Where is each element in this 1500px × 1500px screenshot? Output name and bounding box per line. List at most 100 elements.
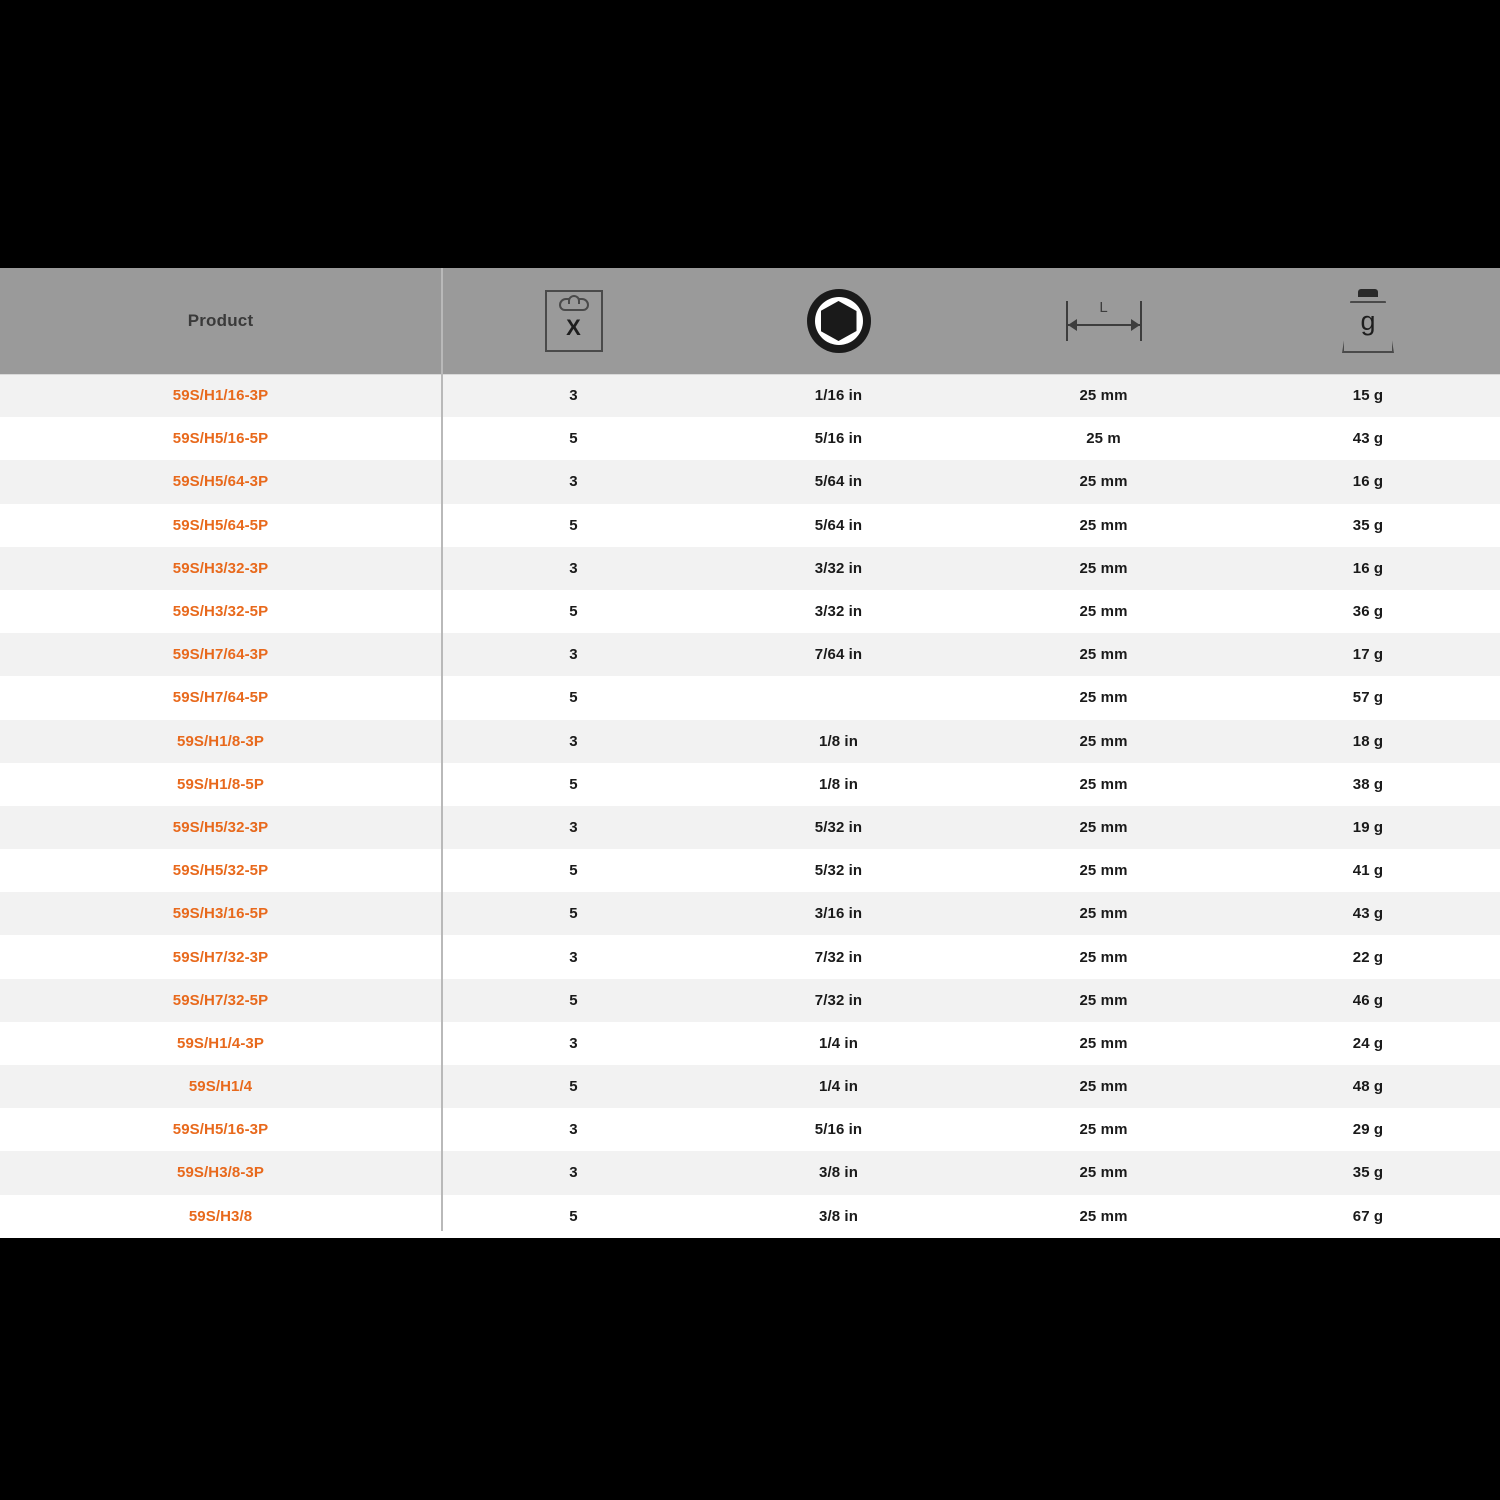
cell-product[interactable]: 59S/H3/16-5P [0,892,441,935]
table-row[interactable]: 59S/H3/32-5P 5 3/32 in 25 mm 36 g [0,589,1500,634]
cell-product[interactable]: 59S/H5/64-5P [0,504,441,547]
column-header-hex-size[interactable] [706,268,971,374]
product-spec-table: Product X L g 59S/H1/16-3P 3 1/16 in 25 … [0,268,1500,1238]
cell-length: 25 mm [1079,862,1128,880]
cell-pack-quantity: 5 [569,905,578,923]
cell-product[interactable]: 59S/H7/32-5P [0,979,441,1022]
cell-pack-quantity: 5 [569,1078,578,1096]
table-body: 59S/H1/16-3P 3 1/16 in 25 mm 15 g 59S/H5/16-5… [0,374,1500,1238]
cell-product[interactable]: 59S/H7/32-3P [0,935,441,978]
cell-product[interactable]: 59S/H3/32-3P [0,547,441,590]
cell-product[interactable]: 59S/H5/16-5P [0,417,441,460]
table-row[interactable]: 59S/H3/16-5P 5 3/16 in 25 mm 43 g [0,892,1500,936]
cell-hex-size: 7/32 in [814,948,863,966]
cell-hex-size: 5/32 in [814,818,863,836]
column-header-pack-quantity[interactable]: X [441,268,706,374]
cell-hex-size: 7/64 in [814,646,863,664]
header-row: Product X L g [0,268,1500,374]
cell-product[interactable]: 59S/H1/16-3P [0,374,441,417]
cell-product[interactable]: 59S/H7/64-5P [0,676,441,719]
cell-pack-quantity: 3 [569,732,578,750]
cell-hex-size: 1/4 in [819,1034,858,1052]
pack-header-icon-wrap: X [441,268,706,374]
table-row[interactable]: 59S/H5/16-5P 5 5/16 in 25 m 43 g [0,417,1500,461]
cell-hex-size: 3/8 in [819,1207,858,1225]
table-row[interactable]: 59S/H1/4-3P 3 1/4 in 25 mm 24 g [0,1021,1500,1065]
cell-product[interactable]: 59S/H5/16-3P [0,1108,441,1151]
cell-product[interactable]: 59S/H1/4 [0,1065,441,1108]
cell-pack-quantity: 3 [569,818,578,836]
cell-product[interactable]: 59S/H3/8 [0,1195,441,1238]
table-row[interactable]: 59S/H7/32-3P 3 7/32 in 25 mm 22 g [0,935,1500,979]
cell-product[interactable]: 59S/H5/32-5P [0,849,441,892]
hex-socket-icon [806,289,871,353]
cell-product[interactable]: 59S/H5/32-3P [0,806,441,849]
table-row[interactable]: 59S/H7/64-3P 3 7/64 in 25 mm 17 g [0,633,1500,677]
weight-header-icon-wrap: g [1236,268,1500,374]
cell-weight: 16 g [1352,559,1384,577]
column-header-weight[interactable]: g [1236,268,1500,374]
cell-length: 25 mm [1079,387,1128,405]
column-header-product[interactable]: Product [0,268,441,374]
cell-length: 25 mm [1079,559,1128,577]
spec-table-container: Product X L g 59S/H1/16-3P 3 1/16 in 25 … [0,268,1500,1238]
length-dimension-line [1067,324,1140,326]
cell-pack-quantity: 3 [569,948,578,966]
table-row[interactable]: 59S/H1/4 5 1/4 in 25 mm 48 g [0,1065,1500,1109]
cell-pack-quantity: 3 [569,473,578,491]
cell-product[interactable]: 59S/H1/4-3P [0,1022,441,1065]
table-row[interactable]: 59S/H5/32-5P 5 5/32 in 25 mm 41 g [0,849,1500,893]
table-row[interactable]: 59S/H3/8-3P 3 3/8 in 25 mm 35 g [0,1151,1500,1195]
cell-product[interactable]: 59S/H1/8-3P [0,720,441,763]
table-row[interactable]: 59S/H7/32-5P 5 7/32 in 25 mm 46 g [0,978,1500,1022]
cell-length: 25 mm [1079,818,1128,836]
cell-weight: 17 g [1352,646,1384,664]
cell-pack-quantity: 5 [569,1207,578,1225]
cell-hex-size [706,676,971,719]
table-row[interactable]: 59S/H1/8-3P 3 1/8 in 25 mm 18 g [0,719,1500,763]
cell-length: 25 mm [1079,905,1128,923]
page-root: Product X L g 59S/H1/16-3P 3 1/16 in 25 … [0,0,1500,1500]
table-row[interactable]: 59S/H5/64-3P 3 5/64 in 25 mm 16 g [0,460,1500,504]
cell-hex-size: 5/32 in [814,862,863,880]
cell-pack-quantity: 5 [569,689,578,707]
table-row[interactable]: 59S/H7/64-5P 5 25 mm 57 g [0,676,1500,720]
cell-weight: 22 g [1352,948,1384,966]
cell-pack-quantity: 3 [569,559,578,577]
cell-weight: 24 g [1352,1034,1384,1052]
cell-pack-quantity: 5 [569,516,578,534]
cell-product[interactable]: 59S/H5/64-3P [0,460,441,503]
cell-pack-quantity: 3 [569,1034,578,1052]
cell-weight: 67 g [1352,1207,1384,1225]
cell-product[interactable]: 59S/H7/64-3P [0,633,441,676]
table-row[interactable]: 59S/H3/8 5 3/8 in 25 mm 67 g [0,1194,1500,1238]
table-row[interactable]: 59S/H3/32-3P 3 3/32 in 25 mm 16 g [0,546,1500,590]
cell-product[interactable]: 59S/H3/8-3P [0,1151,441,1194]
cell-hex-size: 3/32 in [814,559,863,577]
cell-hex-size: 5/64 in [814,473,863,491]
weight-icon-label: g [1360,305,1376,336]
length-arrow-left [1067,319,1077,331]
cell-hex-size: 1/4 in [819,1078,858,1096]
cell-weight: 43 g [1352,905,1384,923]
cell-length: 25 mm [1079,1164,1128,1182]
table-row[interactable]: 59S/H1/8-5P 5 1/8 in 25 mm 38 g [0,762,1500,806]
cell-pack-quantity: 5 [569,775,578,793]
cell-length: 25 mm [1079,1121,1128,1139]
length-tick-right [1139,301,1142,341]
cell-weight: 35 g [1352,516,1384,534]
cell-pack-quantity: 3 [569,387,578,405]
column-header-length[interactable]: L [971,268,1236,374]
cell-hex-size: 3/8 in [819,1164,858,1182]
cell-pack-quantity: 5 [569,430,578,448]
table-row[interactable]: 59S/H5/16-3P 3 5/16 in 25 mm 29 g [0,1108,1500,1152]
table-row[interactable]: 59S/H1/16-3P 3 1/16 in 25 mm 15 g [0,374,1500,418]
cell-weight: 35 g [1352,1164,1384,1182]
table-header: Product X L g [0,268,1500,374]
cell-weight: 41 g [1352,862,1384,880]
cell-product[interactable]: 59S/H3/32-5P [0,590,441,633]
table-row[interactable]: 59S/H5/64-5P 5 5/64 in 25 mm 35 g [0,503,1500,547]
cell-product[interactable]: 59S/H1/8-5P [0,763,441,806]
table-row[interactable]: 59S/H5/32-3P 3 5/32 in 25 mm 19 g [0,805,1500,850]
cell-length: 25 mm [1079,732,1128,750]
